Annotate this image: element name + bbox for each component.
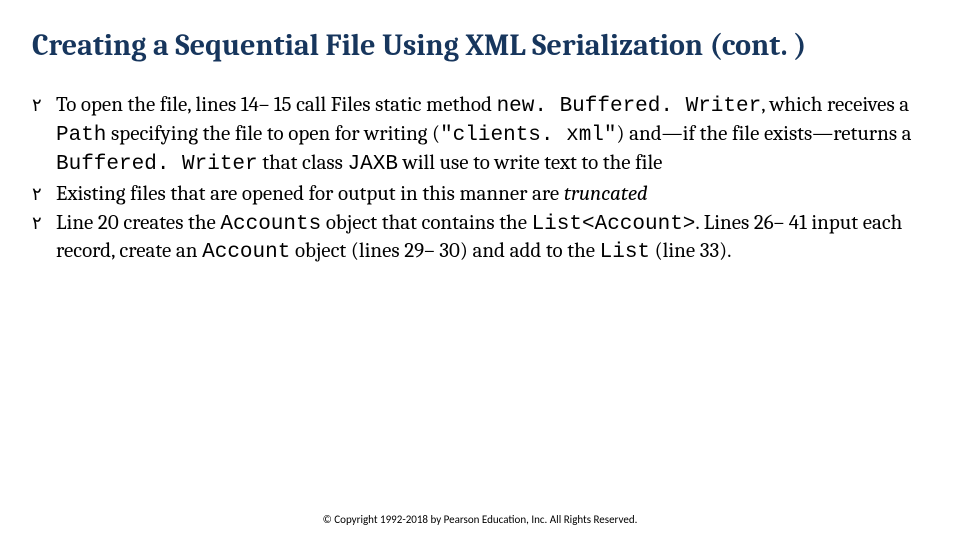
code-text: List [600,241,650,264]
text: Line 20 creates the [56,211,220,235]
italic-text: truncated [564,182,648,206]
text: specifying the file to open for writing … [106,122,440,146]
code-text: Account [202,241,290,264]
code-text: new. Buffered. Writer [497,95,762,118]
code-text: Buffered. Writer [56,153,258,176]
text: will use to write text to the file [398,151,663,175]
slide: Creating a Sequential File Using XML Ser… [0,0,960,540]
text: ) and—if the file exists—returns a [617,122,912,146]
text: Existing files that are opened for outpu… [56,182,564,206]
arrow-icon: ٢ [32,183,42,206]
text: (line 33). [650,239,731,263]
text: , which receives a [761,93,909,117]
slide-title: Creating a Sequential File Using XML Ser… [32,28,928,64]
bullet-2: ٢ Existing files that are opened for out… [32,181,928,208]
text: To open the file, lines 14– 15 call File… [56,93,497,117]
code-text: Path [56,124,106,147]
copyright-footer: © Copyright 1992-2018 by Pearson Educati… [0,513,960,526]
code-text: "clients. xml" [440,124,616,147]
text: object (lines 29– 30) and add to the [290,239,599,263]
arrow-icon: ٢ [32,94,42,117]
bullet-1: ٢ To open the file, lines 14– 15 call Fi… [32,92,928,179]
text: that class [258,151,348,175]
code-text: JAXB [348,153,398,176]
arrow-icon: ٢ [32,212,42,235]
bullet-3: ٢ Line 20 creates the Accounts object th… [32,210,928,268]
slide-body: ٢ To open the file, lines 14– 15 call Fi… [32,92,928,267]
code-text: Accounts [220,213,321,236]
bullet-list: ٢ To open the file, lines 14– 15 call Fi… [32,92,928,267]
text: object that contains the [321,211,531,235]
code-text: List<Account> [532,213,696,236]
